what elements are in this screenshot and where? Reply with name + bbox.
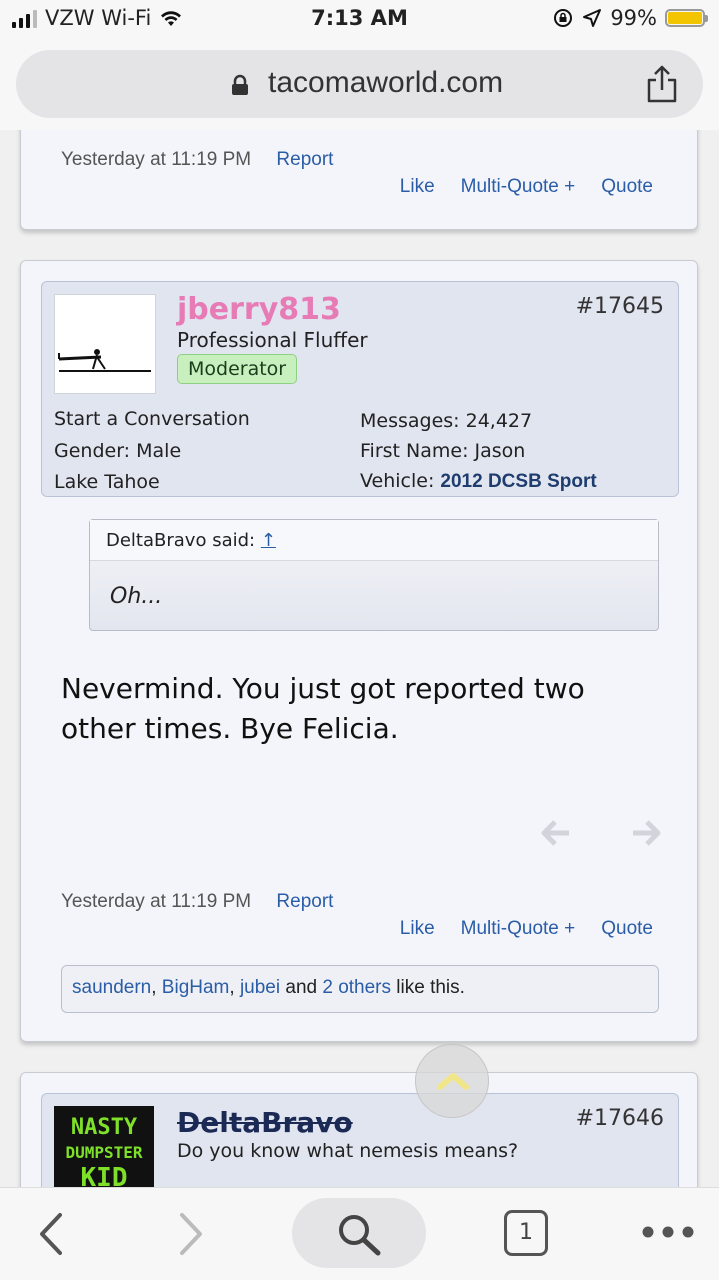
- address-bar[interactable]: tacomaworld.com: [16, 50, 703, 118]
- multi-quote-link[interactable]: Multi-Quote +: [461, 918, 576, 940]
- post-actions: Like Multi-Quote + Quote: [400, 918, 653, 940]
- vehicle-value[interactable]: 2012 DCSB Sport: [440, 471, 596, 492]
- quote-link[interactable]: Quote: [601, 176, 653, 198]
- user-info-box: jberry813 Professional Fluffer Moderator…: [41, 281, 679, 497]
- post-17646: NASTY DUMPSTER KID DeltaBravo Do you kno…: [20, 1072, 698, 1187]
- scroll-to-top-button[interactable]: [415, 1044, 489, 1118]
- messages-label: Messages:: [360, 410, 460, 432]
- url-text[interactable]: tacomaworld.com: [268, 66, 503, 100]
- post-actions: Like Multi-Quote + Quote: [400, 176, 653, 198]
- vehicle-label: Vehicle:: [360, 470, 435, 492]
- first-name-label: First Name:: [360, 440, 469, 462]
- quote-link[interactable]: Quote: [601, 918, 653, 940]
- first-name-row: First Name: Jason: [360, 440, 525, 462]
- avatar[interactable]: NASTY DUMPSTER KID: [54, 1106, 154, 1187]
- quote-author-label: DeltaBravo said:: [106, 530, 256, 551]
- likes-summary: saundern, BigHam, jubei and 2 others lik…: [61, 965, 659, 1013]
- moderator-badge: Moderator: [177, 354, 298, 384]
- user-info-box: NASTY DUMPSTER KID DeltaBravo Do you kno…: [41, 1093, 679, 1187]
- battery-percent: 99%: [610, 6, 657, 30]
- vehicle-row: Vehicle: 2012 DCSB Sport: [360, 470, 597, 493]
- liker-link[interactable]: BigHam: [162, 977, 230, 998]
- like-link[interactable]: Like: [400, 176, 435, 198]
- quote-header: DeltaBravo said: ↑: [90, 520, 658, 561]
- forward-icon[interactable]: [176, 1212, 206, 1256]
- username[interactable]: DeltaBravo: [177, 1106, 353, 1139]
- quote-block: DeltaBravo said: ↑ Oh...: [89, 519, 659, 631]
- status-bar: VZW Wi-Fi 7:13 AM 99%: [0, 0, 719, 40]
- quote-text: Oh...: [110, 584, 163, 609]
- user-title: Do you know what nemesis means?: [177, 1140, 519, 1162]
- post-meta: Yesterday at 11:19 PM Report: [61, 891, 333, 913]
- user-title: Professional Fluffer: [177, 328, 368, 352]
- chevron-up-icon: [437, 1073, 469, 1090]
- svg-text:KID: KID: [81, 1163, 128, 1187]
- like-link[interactable]: Like: [400, 918, 435, 940]
- svg-text:NASTY: NASTY: [71, 1115, 138, 1140]
- tabs-count: 1: [519, 1220, 533, 1245]
- status-right: 99%: [552, 6, 708, 30]
- page-content: Yesterday at 11:19 PM Report Like Multi-…: [0, 130, 719, 1187]
- likes-and: and: [285, 977, 318, 998]
- first-name-value: Jason: [474, 440, 526, 462]
- location[interactable]: Lake Tahoe: [54, 471, 160, 493]
- liker-link[interactable]: jubei: [240, 977, 280, 998]
- separator: ,: [151, 977, 162, 998]
- quote-author: DeltaBravo said: ↑: [106, 530, 276, 551]
- svg-text:DUMPSTER: DUMPSTER: [65, 1143, 142, 1162]
- arrow-right-icon[interactable]: [631, 819, 661, 854]
- avatar-stick-figure-icon: [58, 349, 151, 372]
- browser-toolbar: 1: [0, 1187, 719, 1280]
- likes-suffix: like this.: [396, 977, 465, 998]
- multi-quote-link[interactable]: Multi-Quote +: [461, 176, 576, 198]
- report-link[interactable]: Report: [276, 149, 333, 170]
- quote-jump-arrow-icon[interactable]: ↑: [261, 530, 276, 551]
- post-number[interactable]: #17646: [576, 1106, 664, 1131]
- back-icon[interactable]: [36, 1212, 66, 1256]
- tabs-button[interactable]: 1: [504, 1210, 548, 1256]
- post-time[interactable]: Yesterday at 11:19 PM: [61, 891, 251, 912]
- location-icon: [583, 9, 602, 27]
- avatar[interactable]: [54, 294, 156, 394]
- liker-link[interactable]: saundern: [72, 977, 151, 998]
- arrow-left-icon[interactable]: [541, 819, 571, 854]
- separator: ,: [229, 977, 240, 998]
- post-message: Nevermind. You just got reported two oth…: [61, 672, 585, 745]
- start-conversation-link[interactable]: Start a Conversation: [54, 408, 250, 430]
- likes-others-link[interactable]: 2 others: [322, 977, 391, 998]
- messages-value: 24,427: [465, 410, 533, 432]
- post-nav-arrows: [541, 819, 661, 854]
- search-icon: [339, 1215, 381, 1256]
- gender-value: Male: [136, 440, 182, 462]
- report-link[interactable]: Report: [276, 891, 333, 912]
- post-meta: Yesterday at 11:19 PM Report: [61, 149, 333, 171]
- battery-icon: [665, 9, 708, 27]
- search-button[interactable]: [292, 1198, 426, 1268]
- gender-row: Gender: Male: [54, 440, 181, 462]
- avatar-nasty-dumpster-kid-icon: NASTY DUMPSTER KID: [54, 1106, 154, 1187]
- previous-post: Yesterday at 11:19 PM Report Like Multi-…: [20, 130, 698, 230]
- lock-icon: [232, 74, 248, 95]
- username[interactable]: jberry813: [177, 292, 341, 327]
- more-options-icon[interactable]: [640, 1224, 696, 1240]
- share-icon[interactable]: [645, 64, 679, 104]
- rotation-lock-icon: [554, 9, 573, 27]
- gender-label: Gender:: [54, 440, 131, 462]
- post-number[interactable]: #17645: [576, 294, 664, 319]
- post-time[interactable]: Yesterday at 11:19 PM: [61, 149, 251, 170]
- post-17645: jberry813 Professional Fluffer Moderator…: [20, 260, 698, 1042]
- messages-row: Messages: 24,427: [360, 410, 532, 432]
